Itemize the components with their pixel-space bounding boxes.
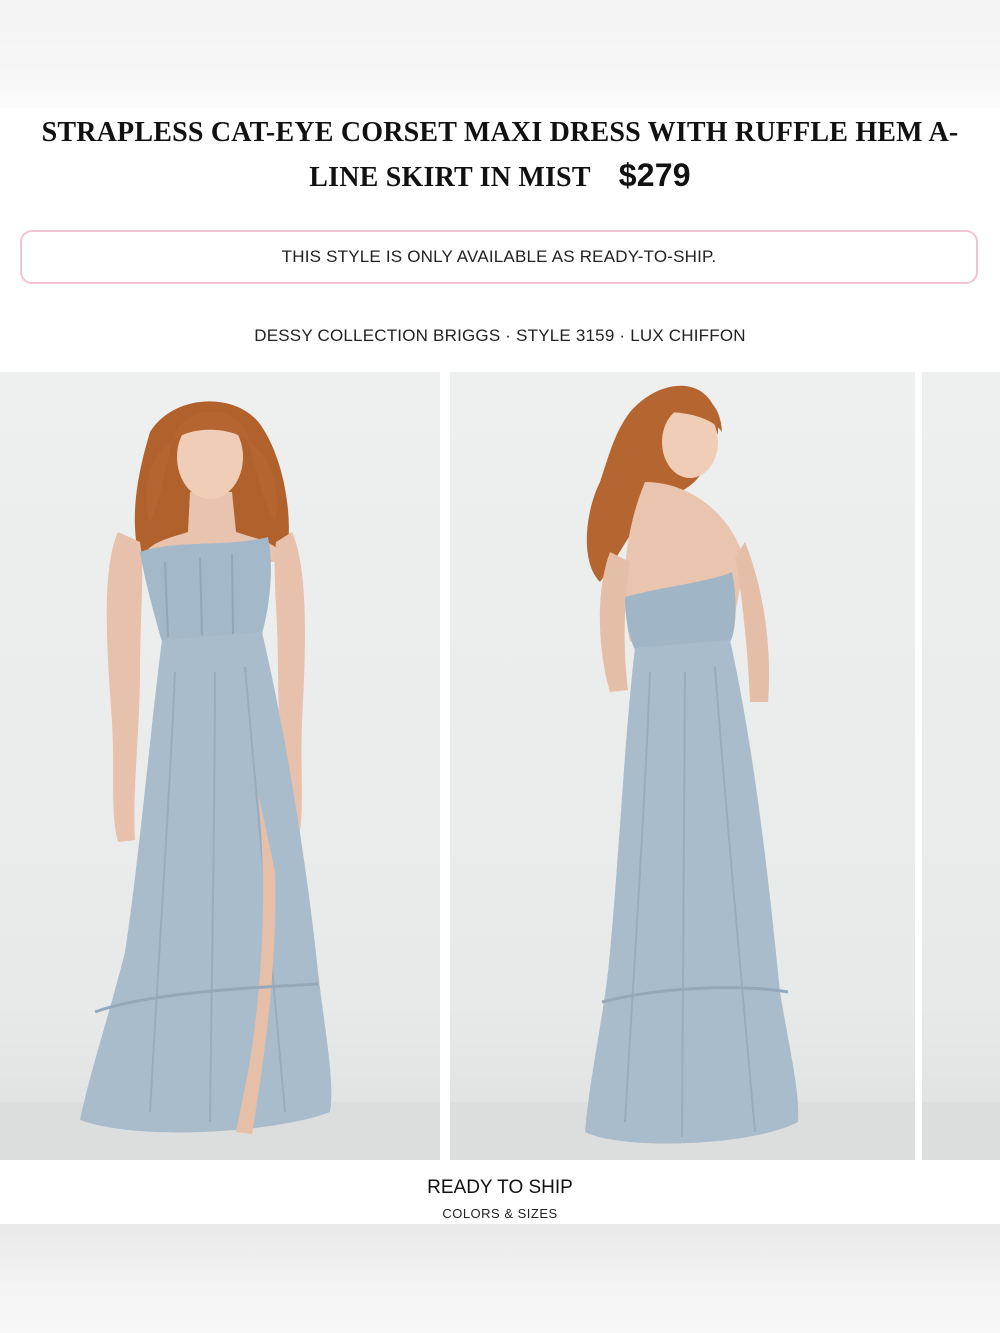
product-photo-front[interactable] [0,372,440,1160]
front-view-illustration [0,401,440,1160]
colors-sizes-subtitle[interactable]: COLORS & SIZES [0,1206,1000,1221]
ready-to-ship-title[interactable]: READY TO SHIP [0,1177,1000,1199]
collection-style-line: DESSY COLLECTION BRIGGS · STYLE 3159 · L… [254,326,746,345]
product-page: STRAPLESS CAT-EYE CORSET MAXI DRESS WITH… [0,0,1000,1333]
notice-text: THIS STYLE IS ONLY AVAILABLE AS READY-TO… [281,247,717,266]
product-price: $279 [618,157,691,193]
product-image-gallery[interactable] [0,372,1000,1160]
top-blur-band [0,0,1000,108]
ready-to-ship-notice: THIS STYLE IS ONLY AVAILABLE AS READY-TO… [20,230,978,284]
product-photo-partial[interactable] [922,372,1000,1160]
back-view-illustration [450,385,915,1160]
product-title-line-2: LINE SKIRT IN MIST [309,162,591,193]
product-title-line-1: STRAPLESS CAT-EYE CORSET MAXI DRESS WITH… [41,117,959,148]
partial-view-illustration [922,1102,1000,1160]
product-title: STRAPLESS CAT-EYE CORSET MAXI DRESS WITH… [0,112,1000,199]
bottom-blur-band [0,1224,1000,1333]
product-photo-back[interactable] [450,372,915,1160]
